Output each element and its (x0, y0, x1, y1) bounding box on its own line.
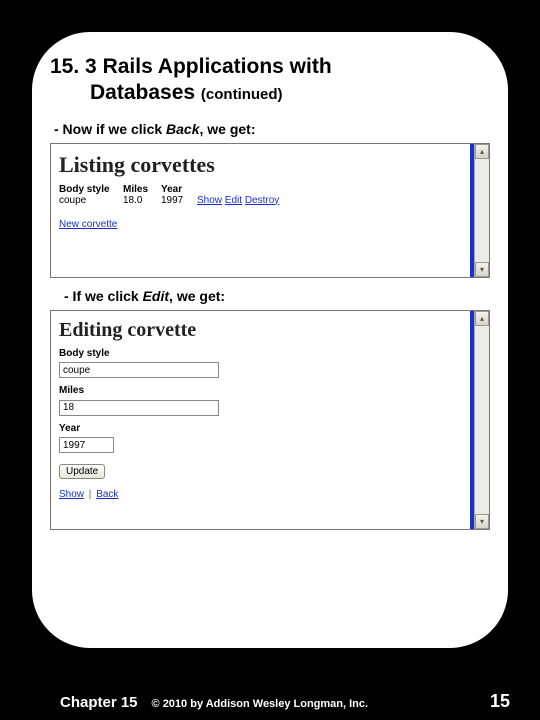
label-year: Year (59, 423, 467, 434)
continued-label: (continued) (201, 86, 283, 103)
scrollbar[interactable]: ▴ ▾ (474, 144, 489, 277)
bullet-back: - Now if we click Back, we get: (54, 121, 490, 137)
td-miles: 18.0 (123, 195, 151, 206)
bullet-text: , we get: (169, 288, 225, 304)
back-link[interactable]: Back (96, 489, 118, 500)
table-row: coupe 18.0 1997 Show Edit Destroy (59, 195, 467, 206)
th-miles: Miles (123, 184, 151, 195)
slide-footer: Chapter 15 © 2010 by Addison Wesley Long… (0, 691, 540, 712)
bullet-em: Edit (143, 288, 169, 304)
bullet-em: Back (166, 121, 199, 137)
destroy-link[interactable]: Destroy (245, 195, 279, 206)
new-corvette-link[interactable]: New corvette (59, 219, 117, 230)
update-button[interactable]: Update (59, 464, 105, 479)
scroll-down-icon[interactable]: ▾ (475, 262, 489, 277)
scroll-up-icon[interactable]: ▴ (475, 144, 489, 159)
scroll-up-icon[interactable]: ▴ (475, 311, 489, 326)
editing-title: Editing corvette (59, 319, 467, 342)
listing-title: Listing corvettes (59, 152, 467, 178)
miles-field[interactable] (59, 400, 219, 416)
bullet-edit: - If we click Edit, we get: (54, 288, 490, 304)
copyright-text: © 2010 by Addison Wesley Longman, Inc. (152, 698, 476, 710)
scrollbar[interactable]: ▴ ▾ (474, 311, 489, 529)
bullet-text: , we get: (200, 121, 256, 137)
edit-link[interactable]: Edit (225, 195, 242, 206)
bullet-text: - If we click (64, 288, 143, 304)
show-link[interactable]: Show (197, 195, 222, 206)
page-number: 15 (490, 691, 510, 712)
show-link[interactable]: Show (59, 489, 84, 500)
section-number: 15. 3 (50, 55, 97, 78)
bullet-text: - Now if we click (54, 121, 166, 137)
listing-table: Body style Miles Year coupe 18.0 1997 Sh… (59, 184, 467, 206)
th-year: Year (161, 184, 187, 195)
title-line1: Rails Applications with (103, 55, 332, 78)
year-field[interactable] (59, 437, 114, 453)
title-line2: Databases (90, 81, 195, 104)
label-body-style: Body style (59, 348, 467, 359)
row-actions: Show Edit Destroy (197, 195, 279, 206)
separator: | (87, 489, 94, 500)
scroll-down-icon[interactable]: ▾ (475, 514, 489, 529)
td-body-style: coupe (59, 195, 113, 206)
body-style-field[interactable] (59, 362, 219, 378)
screenshot-listing: Listing corvettes Body style Miles Year … (50, 143, 490, 278)
th-body-style: Body style (59, 184, 113, 195)
chapter-label: Chapter 15 (60, 694, 138, 711)
td-year: 1997 (161, 195, 187, 206)
edit-bottom-links: Show | Back (59, 489, 467, 500)
slide-card: 15. 3 Rails Applications with Databases … (30, 30, 510, 650)
slide-heading: 15. 3 Rails Applications with Databases … (50, 54, 490, 107)
label-miles: Miles (59, 385, 467, 396)
screenshot-editing: Editing corvette Body style Miles Year U… (50, 310, 490, 530)
